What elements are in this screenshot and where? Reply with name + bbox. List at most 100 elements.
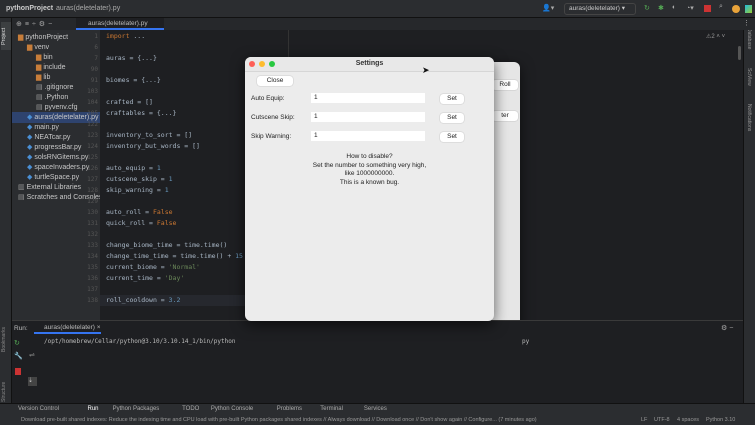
structure-tool-button[interactable]: Structure (1, 366, 7, 402)
tool-tab-version-control[interactable]: Version Control (18, 406, 59, 412)
line-number: 91 (70, 75, 98, 86)
line-number: 134 (70, 251, 98, 262)
soft-wrap-icon[interactable]: ⇌ (29, 351, 35, 359)
line-number: 130 (70, 207, 98, 218)
code-text: biomes = {...} (106, 75, 161, 86)
tool-window-strip: Version Control Run Python Packages TODO Pyt… (0, 403, 755, 415)
auto-equip-label: Auto Equip: (251, 95, 285, 102)
run-config-select[interactable]: auras(deletelater) ▾ (564, 3, 636, 15)
code-line: 6 (100, 42, 500, 53)
line-number: 126 (70, 163, 98, 174)
help-line: How to disable? (245, 153, 494, 162)
wrench-icon[interactable]: 🔧 (14, 352, 23, 360)
help-line: Set the number to something very high, (245, 162, 494, 171)
tree-item-label: main.py (34, 124, 59, 131)
tree-item-label: bin (43, 54, 52, 61)
notifications-tool-button[interactable]: Notifications (746, 104, 752, 131)
breadcrumb-file[interactable]: auras(deletelater).py (56, 5, 120, 12)
settings-window: Settings Close Auto Equip: 1 Set Cutscen… (245, 57, 494, 321)
tree-item-label: include (43, 64, 65, 71)
right-tool-window-bar: Database SciView Notifications (743, 18, 755, 403)
more-tabs-icon[interactable]: ⋮ (743, 19, 750, 27)
indent-setting[interactable]: 4 spaces (677, 415, 699, 425)
debug-icon[interactable]: ✱ (658, 4, 664, 12)
line-number: 133 (70, 240, 98, 251)
line-number: 7 (70, 53, 98, 64)
coverage-icon[interactable]: ◐ (672, 4, 676, 11)
run-output-line: /opt/homebrew/Cellar/python@3.10/3.10.14… (44, 338, 235, 345)
tree-item-label: pythonProject (25, 34, 68, 41)
bookmarks-tool-button[interactable]: Bookmarks (1, 316, 7, 352)
line-number: 131 (70, 218, 98, 229)
tree-item-label: .Python (45, 94, 69, 101)
editor-tab-bar: ⊕≡÷⚙− auras(deletelater).py ⋮ (12, 18, 755, 30)
rerun-icon[interactable]: ↻ (644, 4, 650, 12)
roll-button[interactable]: Roll (492, 80, 518, 90)
project-name[interactable]: pythonProject (6, 5, 53, 12)
python-interpreter[interactable]: Python 3.10 (706, 415, 735, 425)
line-number: 90 (70, 64, 98, 75)
run-output-line-end: py (522, 338, 529, 345)
tool-tab-terminal[interactable]: Terminal (320, 406, 343, 412)
skip-warning-set-button[interactable]: Set (440, 132, 464, 142)
tab-auras-deletelater[interactable]: auras(deletelater).py (76, 18, 164, 30)
settings-titlebar[interactable]: Settings (245, 57, 494, 72)
warnings-indicator[interactable]: ⚠2 ˄ ˅ (706, 33, 725, 40)
auto-equip-input[interactable]: 1 (311, 93, 425, 103)
line-number: 123 (70, 130, 98, 141)
cutscene-skip-input[interactable]: 1 (311, 112, 425, 122)
auto-roll-button[interactable]: ter (492, 111, 518, 121)
scroll-to-end-icon[interactable]: ⇣ (28, 377, 37, 386)
run-label: Run: (14, 325, 28, 332)
line-number: 125 (70, 152, 98, 163)
editor-scrollbar[interactable] (738, 46, 741, 60)
file-icon: ▤ (36, 104, 45, 111)
tool-tab-run[interactable]: Run (88, 406, 99, 412)
tool-tab-python-console[interactable]: Python Console (211, 406, 253, 412)
close-button[interactable]: Close (257, 76, 293, 86)
line-number: 128 (70, 185, 98, 196)
line-number: 105 (70, 108, 98, 119)
line-separator[interactable]: LF (641, 415, 647, 425)
settings-gear-icon[interactable]: ⚙ − (721, 324, 733, 332)
code-text: skip_warning = 1 (106, 185, 169, 196)
code-text: crafted = [] (106, 97, 153, 108)
tool-tab-services[interactable]: Services (364, 406, 387, 412)
cutscene-skip-set-button[interactable]: Set (440, 113, 464, 123)
tool-tab-problems[interactable]: Problems (277, 406, 302, 412)
line-number: 135 (70, 262, 98, 273)
sciview-tool-button[interactable]: SciView (746, 68, 752, 86)
library-icon: ▥ (18, 184, 27, 191)
skip-warning-label: Skip Warning: (251, 133, 291, 140)
search-icon[interactable]: ⌕ (719, 3, 723, 11)
stop-run-icon[interactable] (15, 368, 21, 375)
project-tool-button[interactable]: Project (1, 22, 11, 50)
line-number: 132 (70, 229, 98, 240)
run-tab[interactable]: auras(deletelater) × (34, 323, 101, 334)
rerun-icon[interactable]: ↻ (14, 339, 20, 347)
line-number: 127 (70, 174, 98, 185)
database-tool-button[interactable]: Database (746, 28, 752, 49)
title-bar: pythonProject auras(deletelater).py 👤▾ a… (0, 0, 755, 18)
profile-icon[interactable]: ◔▾ (686, 4, 694, 12)
file-encoding[interactable]: UTF-8 (654, 415, 670, 425)
code-text: current_time = 'Day' (106, 273, 184, 284)
tool-tab-todo[interactable]: TODO (182, 406, 199, 412)
line-number: 129 (70, 196, 98, 207)
auto-equip-set-button[interactable]: Set (440, 94, 464, 104)
project-toolbar-icons[interactable]: ⊕≡÷⚙− (16, 20, 55, 28)
tool-tab-python-packages[interactable]: Python Packages (113, 406, 160, 412)
left-tool-window-bar: Project Bookmarks Structure (0, 18, 12, 403)
tab-label: auras(deletelater).py (88, 20, 148, 27)
stop-icon[interactable] (704, 5, 711, 12)
code-text: inventory_but_words = [] (106, 141, 200, 152)
code-text: auto_roll = False (106, 207, 173, 218)
update-icon[interactable] (732, 5, 740, 13)
skip-warning-input[interactable]: 1 (311, 131, 425, 141)
line-number: 138 (70, 295, 98, 306)
status-message[interactable]: Download pre-built shared indexes: Reduc… (21, 415, 537, 425)
warnings-count: 2 (711, 34, 714, 40)
user-icon[interactable]: 👤▾ (542, 4, 554, 12)
line-number: 6 (70, 42, 98, 53)
code-text: change_biome_time = time.time() (106, 240, 227, 251)
